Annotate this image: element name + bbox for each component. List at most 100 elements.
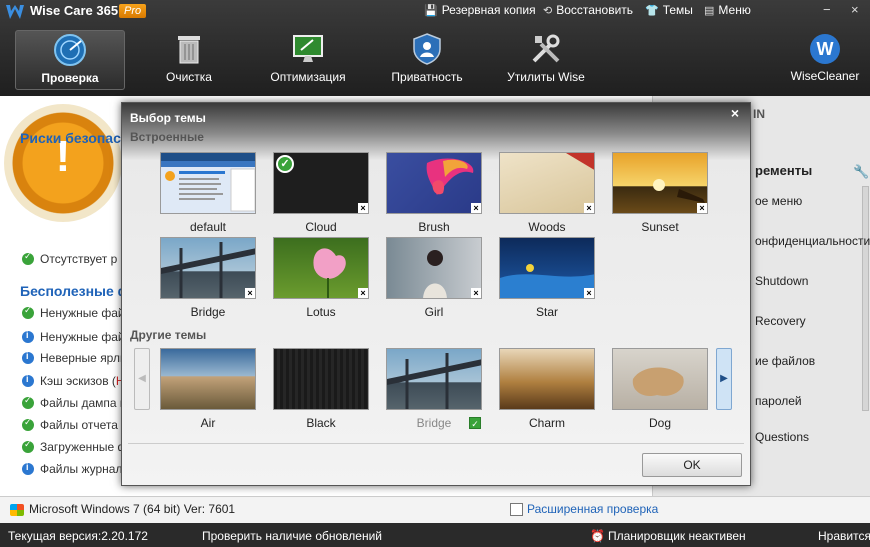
like-link[interactable]: Нравится (818, 529, 870, 543)
delete-theme-icon[interactable]: × (471, 288, 481, 298)
dialog-divider (128, 443, 744, 444)
delete-theme-icon[interactable]: × (697, 203, 707, 213)
themes-menu[interactable]: 👕 Темы (645, 3, 693, 17)
theme-thumb-star[interactable]: × (499, 237, 595, 299)
delete-theme-icon[interactable]: × (584, 288, 594, 298)
scheduler-status[interactable]: Планировщик неактивен (608, 529, 746, 543)
advanced-scan-link[interactable]: Расширенная проверка (510, 502, 658, 516)
main-menu[interactable]: ▤ Меню (704, 3, 751, 17)
tool-link[interactable]: ое меню (755, 194, 802, 208)
theme-thumb-charm[interactable] (499, 348, 595, 410)
shirt-icon: 👕 (645, 4, 659, 17)
wisecleaner-brand[interactable]: W WiseCleaner (785, 34, 865, 83)
windows-logo-icon (10, 504, 24, 516)
warning-gauge-icon: ! (4, 104, 122, 222)
right-panel-heading-top: IN (753, 107, 765, 121)
ok-button[interactable]: OK (642, 453, 742, 477)
theme-name: Charm (528, 416, 565, 430)
tool-link[interactable]: Questions (755, 430, 809, 444)
theme-thumb-bridge-2[interactable] (386, 348, 482, 410)
info-status-icon (22, 330, 34, 343)
theme-name: Lotus (306, 305, 336, 319)
risk-item[interactable]: Отсутствует р (22, 251, 117, 266)
minimize-button[interactable]: − (823, 2, 831, 17)
nav-wise-utilities[interactable]: Утилиты Wise (491, 30, 601, 90)
theme-thumb-girl[interactable]: × (386, 237, 482, 299)
scroll-right-button[interactable]: ▶ (716, 348, 732, 410)
wrench-icon[interactable]: 🔧 (853, 164, 869, 180)
radar-icon (54, 34, 86, 66)
app-logo-icon (6, 5, 24, 19)
junk-item[interactable]: Файлы отчета о (22, 417, 128, 432)
tool-link[interactable]: онфиденциальности (755, 234, 870, 248)
ok-status-icon (22, 417, 34, 431)
theme-name: Dog (648, 416, 671, 430)
theme-name: Girl (424, 305, 444, 319)
theme-thumb-air[interactable] (160, 348, 256, 410)
dialog-close-button[interactable]: × (726, 105, 744, 121)
theme-name: Cloud (305, 220, 337, 234)
theme-dialog: Выбор темы × Встроенные × ✓ × × × defaul… (121, 102, 751, 486)
theme-name: Brush (418, 220, 450, 234)
delete-theme-icon[interactable]: × (584, 203, 594, 213)
theme-thumb-woods[interactable]: × (499, 152, 595, 214)
tools-heading: ременты (755, 163, 813, 178)
junk-item[interactable]: Файлы журнала (22, 462, 129, 476)
theme-thumb-default[interactable] (160, 152, 256, 214)
builtin-themes-label: Встроенные (130, 130, 204, 144)
title-toolbar: Wise Care 365 Pro 💾 Резервная копия ⟲ Во… (0, 0, 870, 96)
ok-status-icon (22, 395, 34, 409)
shield-icon (413, 33, 441, 65)
delete-theme-icon[interactable]: × (358, 203, 368, 213)
junk-item[interactable]: Ненужные файл (22, 330, 132, 344)
delete-theme-icon[interactable]: × (471, 203, 481, 213)
theme-thumb-dog[interactable] (612, 348, 708, 410)
dialog-title: Выбор темы (130, 111, 206, 125)
theme-name: default (189, 220, 227, 234)
theme-thumb-lotus[interactable]: × (273, 237, 369, 299)
tool-link[interactable]: ие файлов (755, 354, 815, 368)
nav-optimization[interactable]: Оптимизация (253, 30, 363, 90)
theme-name: Bridge (190, 305, 226, 319)
nav-cleaner[interactable]: Очистка (134, 30, 244, 90)
scroll-left-button[interactable]: ◀ (134, 348, 150, 410)
info-status-icon (22, 351, 34, 364)
backup-menu[interactable]: 💾 Резервная копия (424, 3, 536, 17)
info-status-icon (22, 462, 34, 475)
right-panel-scrollbar[interactable] (862, 186, 869, 411)
tool-link[interactable]: Recovery (755, 314, 806, 328)
restore-icon: ⟲ (543, 4, 553, 17)
theme-thumb-black[interactable] (273, 348, 369, 410)
selected-check-icon: ✓ (276, 155, 294, 173)
nav-checkup[interactable]: Проверка (15, 30, 125, 90)
theme-thumb-brush[interactable]: × (386, 152, 482, 214)
nav-privacy[interactable]: Приватность (372, 30, 482, 90)
ok-status-icon (22, 305, 34, 319)
junk-item[interactable]: Файлы дампа п (22, 395, 126, 410)
junk-item[interactable]: Ненужные файл (22, 305, 132, 320)
theme-thumb-bridge[interactable]: × (160, 237, 256, 299)
theme-name: Black (306, 416, 336, 430)
tool-link[interactable]: Shutdown (755, 274, 808, 288)
theme-thumb-sunset[interactable]: × (612, 152, 708, 214)
save-icon: 💾 (424, 4, 438, 17)
alarm-clock-icon: ⏰ (590, 529, 605, 543)
theme-name: Woods (528, 220, 566, 234)
junk-item[interactable]: Загруженные ф (22, 439, 127, 454)
ok-status-icon (22, 439, 34, 453)
junk-item[interactable]: Кэш эскизов (Н (22, 374, 125, 388)
theme-name: Sunset (641, 220, 679, 234)
restore-menu[interactable]: ⟲ Восстановить (543, 3, 633, 17)
junk-item[interactable]: Неверные ярль (22, 351, 126, 365)
delete-theme-icon[interactable]: × (245, 288, 255, 298)
tool-link[interactable]: паролей (755, 394, 802, 408)
advanced-scan-icon (510, 502, 523, 516)
theme-name: Air (200, 416, 216, 430)
status-bar: Текущая версия:2.20.172 Проверить наличи… (0, 523, 870, 547)
wisecleaner-logo-icon: W (810, 34, 840, 64)
check-updates-link[interactable]: Проверить наличие обновлений (202, 529, 382, 543)
close-window-button[interactable]: × (851, 2, 859, 17)
monitor-icon (293, 35, 323, 62)
trash-icon (178, 36, 200, 64)
delete-theme-icon[interactable]: × (358, 288, 368, 298)
